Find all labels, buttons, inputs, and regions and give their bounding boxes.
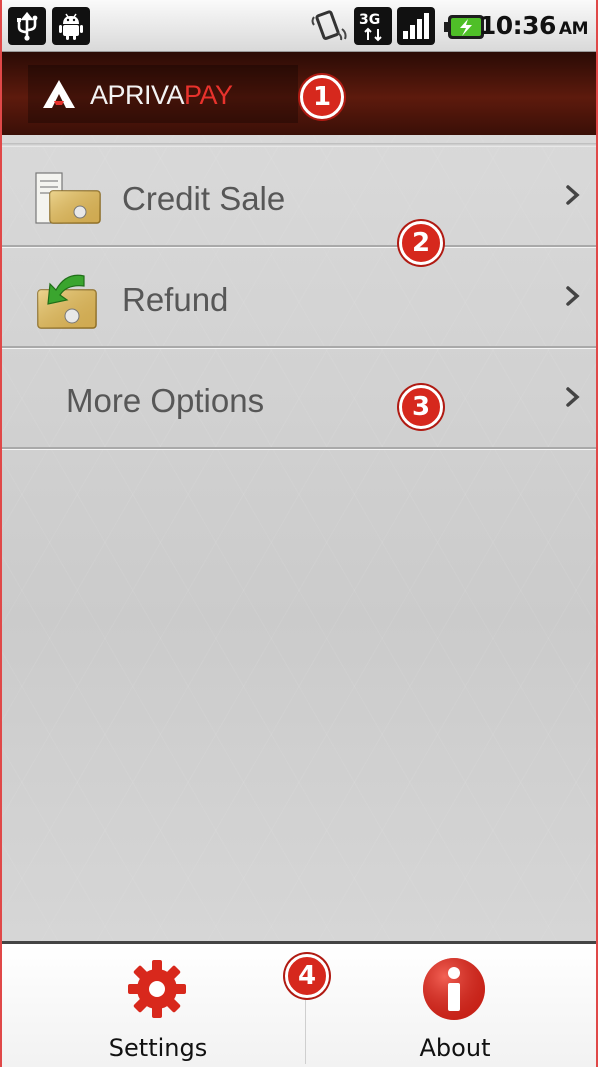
vibrate-icon: [308, 7, 348, 45]
menu-item-label: Refund: [122, 281, 229, 318]
chevron-right-icon: [566, 387, 580, 407]
clock-ampm: AM: [558, 19, 589, 39]
about-button[interactable]: About: [307, 944, 596, 1067]
logo-accent-text: PAY: [184, 80, 233, 110]
callout-badge-3: 3: [399, 385, 443, 429]
logo-wordmark: APRIVAPAY: [90, 80, 233, 111]
clock-time: 10:36: [478, 11, 557, 40]
menu-item-label: More Options: [66, 382, 265, 419]
chevron-right-icon: [566, 185, 580, 205]
bottom-menu-bar: Settings About 4: [2, 941, 596, 1067]
apriva-logo-icon: [43, 80, 75, 108]
android-debug-icon: [52, 7, 90, 45]
phone-screen: 3G 10:36 AM APRIVAPAY 1 Credit Sale Refu…: [0, 0, 598, 1067]
chevron-right-icon: [566, 286, 580, 306]
refund-icon: [37, 274, 97, 329]
callout-badge-4: 4: [285, 954, 329, 998]
status-bar: 3G 10:36 AM: [2, 0, 596, 52]
menu-item-label: Credit Sale: [122, 180, 286, 217]
menu-item-refund[interactable]: Refund: [2, 248, 596, 348]
signal-icon: [397, 7, 435, 45]
app-logo: APRIVAPAY: [28, 65, 298, 123]
clock: 10:36 AM: [478, 11, 589, 40]
svg-text:3G: 3G: [359, 12, 380, 28]
3g-data-icon: 3G: [354, 7, 392, 45]
main-menu: Credit Sale Refund More Options 2 3: [2, 135, 596, 941]
settings-label: Settings: [108, 1034, 208, 1062]
app-header: APRIVAPAY 1: [2, 52, 596, 135]
settings-button[interactable]: Settings: [10, 944, 306, 1067]
callout-badge-2: 2: [399, 221, 443, 265]
about-label: About: [419, 1034, 491, 1062]
callout-badge-1: 1: [300, 75, 344, 119]
info-icon: [423, 958, 485, 1020]
menu-item-more-options[interactable]: More Options: [2, 349, 596, 449]
credit-card-icon: [35, 172, 101, 224]
gear-icon: [128, 960, 186, 1018]
menu-item-credit-sale[interactable]: Credit Sale: [2, 147, 596, 247]
logo-primary-text: APRIVA: [90, 80, 185, 110]
usb-icon: [8, 7, 46, 45]
